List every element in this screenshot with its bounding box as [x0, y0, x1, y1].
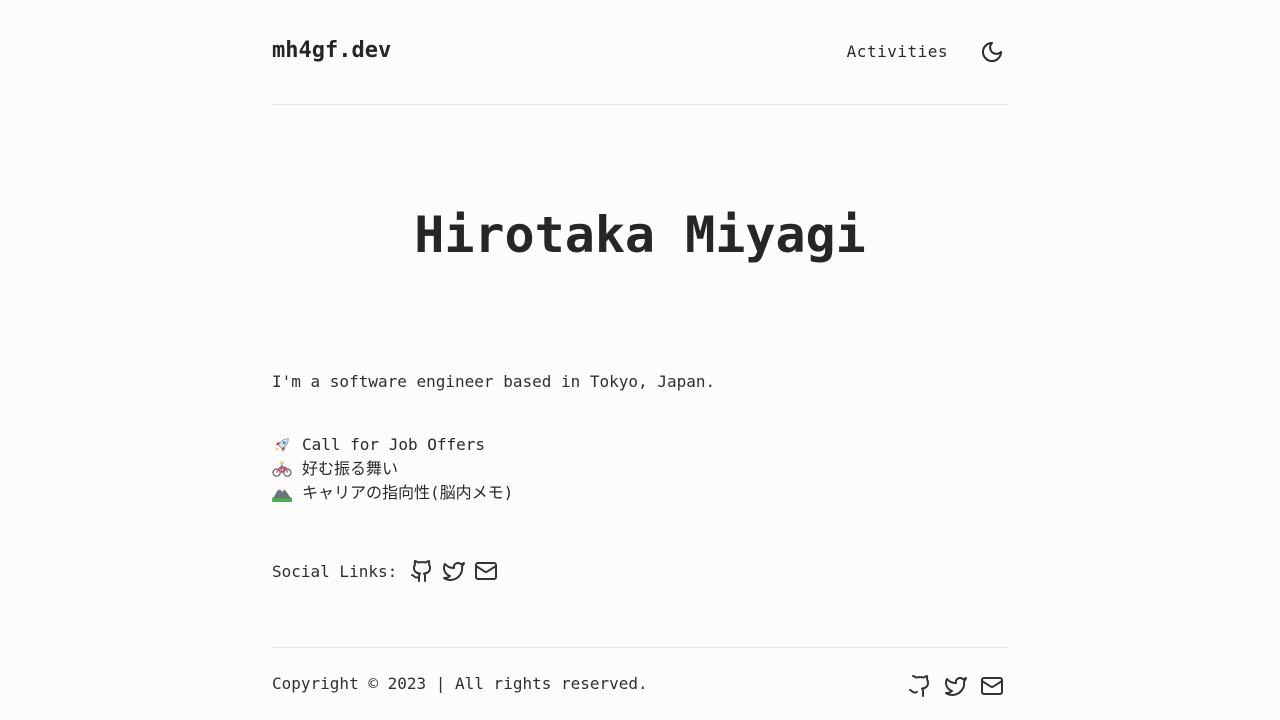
list-item: 好む振る舞い: [272, 457, 513, 481]
footer-twitter-link[interactable]: [942, 672, 970, 700]
moon-icon: [980, 40, 1004, 64]
rocket-icon: [272, 435, 292, 455]
article-list: Call for Job Offers 好む振る舞い キャリアの指向性(脳内メモ…: [272, 433, 513, 505]
mail-icon: [980, 674, 1004, 698]
github-icon: [410, 559, 434, 583]
twitter-link[interactable]: [441, 558, 467, 584]
page-container: mh4gf.dev Activities Hirotaka Miyagi I'm…: [272, 0, 1008, 720]
copyright-text: Copyright © 2023 | All rights reserved.: [272, 674, 648, 693]
footer-email-link[interactable]: [978, 672, 1006, 700]
bicycle-icon: [272, 459, 292, 479]
list-item: Call for Job Offers: [272, 433, 513, 457]
social-links: Social Links:: [272, 556, 505, 586]
twitter-icon: [944, 674, 968, 698]
footer-github-link[interactable]: [906, 672, 934, 700]
footer-social-links: [898, 672, 1006, 700]
article-link-job-offers[interactable]: Call for Job Offers: [302, 433, 485, 457]
list-item: キャリアの指向性(脳内メモ): [272, 481, 513, 505]
theme-toggle-button[interactable]: [978, 38, 1006, 66]
article-link-career-direction[interactable]: キャリアの指向性(脳内メモ): [302, 481, 513, 505]
page-title: Hirotaka Miyagi: [414, 206, 866, 264]
site-header: mh4gf.dev Activities: [272, 0, 1008, 105]
social-links-label: Social Links:: [272, 561, 398, 581]
mountain-icon: [272, 483, 292, 503]
site-logo[interactable]: mh4gf.dev: [272, 38, 391, 63]
email-link[interactable]: [473, 558, 499, 584]
github-icon: [908, 674, 932, 698]
site-footer: Copyright © 2023 | All rights reserved.: [272, 647, 1008, 720]
article-link-preferred-behavior[interactable]: 好む振る舞い: [302, 457, 398, 481]
intro-text: I'm a software engineer based in Tokyo, …: [272, 372, 716, 391]
nav-activities-link[interactable]: Activities: [847, 42, 948, 61]
mail-icon: [474, 559, 498, 583]
twitter-icon: [442, 559, 466, 583]
github-link[interactable]: [409, 558, 435, 584]
